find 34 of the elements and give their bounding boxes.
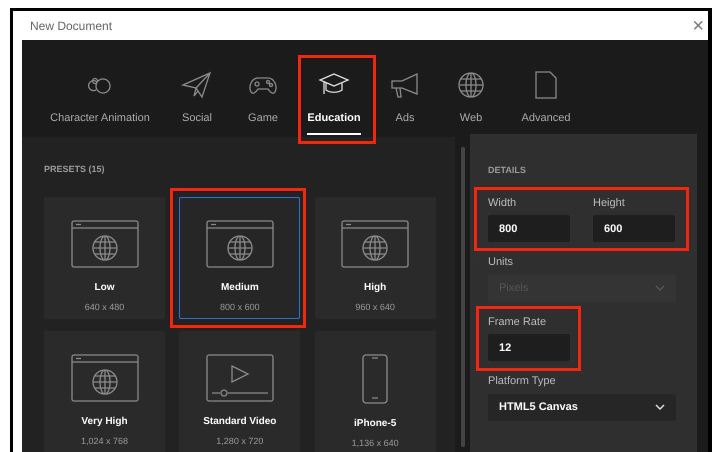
chevron-down-icon — [655, 404, 665, 410]
field-label: Width — [488, 196, 518, 210]
text-field[interactable]: 800 — [488, 215, 570, 242]
field-label: Height — [593, 196, 626, 210]
preset-card[interactable]: Medium 800 x 600 — [179, 196, 300, 318]
browser-window-icon — [206, 220, 274, 268]
field-label: Units — [488, 255, 514, 270]
section-heading: DETAILS — [488, 164, 527, 177]
browser-window-icon — [70, 354, 138, 402]
section-heading: PRESETS (15) — [44, 163, 106, 176]
window-title: New Document — [30, 18, 112, 34]
field-label: Platform Type — [488, 374, 557, 389]
browser-window-icon — [70, 220, 138, 268]
category-tab[interactable]: Web — [454, 70, 488, 140]
category-tab[interactable]: Ads — [388, 70, 422, 140]
dropdown[interactable]: HTML5 Canvas — [488, 394, 676, 420]
field-label: Frame Rate — [488, 314, 548, 330]
category-tab[interactable]: Social — [180, 70, 214, 140]
video-player-icon — [206, 354, 274, 402]
category-tab[interactable]: Advanced — [522, 70, 570, 140]
preset-card[interactable]: Very High 1,024 x 768 — [44, 330, 165, 452]
chevron-down-icon — [655, 285, 665, 291]
close-button[interactable]: × — [692, 16, 704, 36]
browser-window-icon — [341, 220, 410, 268]
preset-card[interactable]: Low 640 x 480 — [44, 196, 165, 318]
preset-card[interactable]: High 960 x 640 — [314, 196, 436, 318]
category-tab[interactable]: Character Animation — [50, 70, 150, 140]
text-field[interactable]: 600 — [593, 215, 675, 242]
preset-card[interactable]: iPhone-5 1,136 x 640 — [314, 330, 436, 452]
paper-plane-icon — [180, 70, 214, 100]
scrollbar[interactable] — [460, 147, 464, 447]
preset-card[interactable]: Standard Video 1,280 x 720 — [179, 330, 300, 452]
category-tab[interactable]: Game — [246, 70, 280, 140]
text-field[interactable]: 12 — [488, 334, 570, 361]
